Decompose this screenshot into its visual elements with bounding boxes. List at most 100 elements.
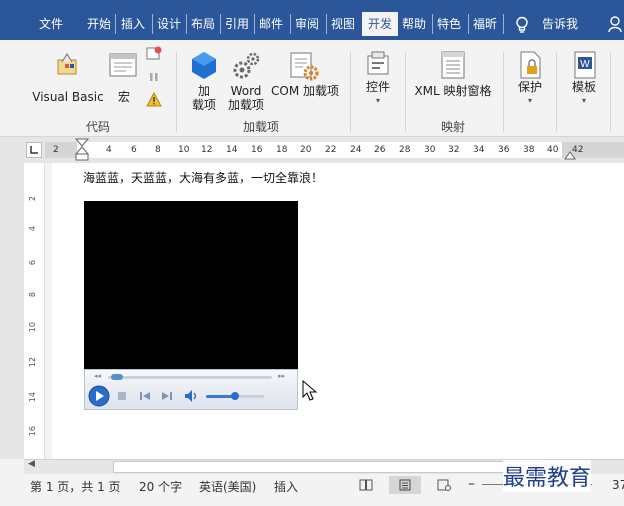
- status-word-count[interactable]: 20 个字: [139, 478, 182, 495]
- indent-marker-icon[interactable]: [75, 138, 89, 162]
- watermark-logo: 最需教育: [503, 460, 592, 492]
- read-mode-icon[interactable]: [359, 479, 373, 491]
- volume-thumb[interactable]: [231, 392, 239, 400]
- ruler-tick: 2: [53, 145, 59, 155]
- tab-file[interactable]: 文件: [37, 14, 65, 34]
- mouse-pointer-icon: [302, 380, 318, 401]
- tab-design[interactable]: 设计: [155, 14, 183, 34]
- previous-icon[interactable]: [139, 390, 151, 402]
- status-page-count[interactable]: 第 1 页，共 1 页: [30, 478, 121, 495]
- gear-icon: [233, 52, 260, 79]
- controls-button[interactable]: 控件 ▾: [358, 48, 398, 112]
- ruler-tick: 30: [424, 145, 436, 155]
- web-layout-icon[interactable]: [437, 479, 451, 491]
- fast-forward-icon[interactable]: ▸▸: [278, 372, 285, 380]
- tab-divider: [220, 14, 221, 34]
- ruler-tick: 28: [399, 145, 411, 155]
- tab-layout[interactable]: 布局: [189, 14, 217, 34]
- word-addins-button[interactable]: Word 加载项: [224, 48, 268, 112]
- tab-divider: [326, 14, 327, 34]
- tab-selector[interactable]: [26, 142, 42, 158]
- tab-developer[interactable]: 开发: [362, 12, 398, 36]
- word-addins-label-1: Word: [230, 84, 262, 98]
- ruler-tick: 20: [300, 145, 312, 155]
- record-macro-icon[interactable]: [145, 46, 163, 62]
- tell-me-search[interactable]: 告诉我: [540, 14, 580, 34]
- zoom-out-icon[interactable]: –: [468, 476, 475, 492]
- addins-label-1: 加: [197, 84, 210, 98]
- macro-security-icon[interactable]: [146, 92, 162, 108]
- tab-references[interactable]: 引用: [223, 14, 251, 34]
- group-divider: [610, 52, 611, 132]
- word-addins-label-2: 加载项: [227, 98, 264, 112]
- vruler-tick: 2: [28, 196, 37, 202]
- tab-foxit[interactable]: 福昕: [471, 14, 499, 34]
- tab-help[interactable]: 帮助: [400, 14, 428, 34]
- pause-recording-icon[interactable]: [147, 70, 161, 84]
- ruler-tick: 10: [178, 145, 190, 155]
- vertical-ruler[interactable]: [24, 163, 45, 459]
- ruler-tick: 42: [572, 145, 584, 155]
- com-addins-button[interactable]: COM 加载项: [268, 48, 342, 112]
- scroll-left-icon[interactable]: ◀: [28, 459, 35, 469]
- tab-mailings[interactable]: 邮件: [257, 14, 285, 34]
- share-person-icon[interactable]: [608, 15, 624, 33]
- addins-button[interactable]: 加 载项: [186, 48, 222, 112]
- controls-icon: [367, 51, 389, 75]
- horizontal-scroll-thumb[interactable]: [113, 461, 545, 473]
- zoom-level[interactable]: 37: [612, 478, 624, 492]
- macro-label: 宏: [117, 90, 130, 104]
- ruler-tick: 4: [106, 145, 112, 155]
- rewind-icon[interactable]: ◂◂: [94, 372, 101, 380]
- tab-review[interactable]: 审阅: [293, 14, 321, 34]
- ruler-left-margin: [45, 142, 77, 158]
- template-label: 模板: [571, 80, 596, 94]
- ruler-tick: 12: [201, 145, 213, 155]
- status-language[interactable]: 英语(美国): [199, 478, 256, 495]
- ruler-tick: 16: [251, 145, 263, 155]
- print-layout-button[interactable]: [389, 476, 421, 494]
- group-code-label: 代码: [86, 120, 111, 134]
- next-icon[interactable]: [161, 390, 173, 402]
- tab-features[interactable]: 特色: [435, 14, 463, 34]
- xml-mapping-pane-button[interactable]: XML 映射窗格: [410, 48, 496, 112]
- ruler-tick: 6: [131, 145, 137, 155]
- com-addins-icon: [290, 52, 319, 81]
- seek-bar[interactable]: [108, 376, 272, 379]
- group-divider: [556, 52, 557, 132]
- ruler-tick: 32: [448, 145, 460, 155]
- ruler-tick: 40: [547, 145, 559, 155]
- lightbulb-icon: [516, 16, 528, 33]
- volume-icon[interactable]: [184, 389, 200, 403]
- template-button[interactable]: W 模板 ▾: [564, 48, 604, 112]
- tab-divider: [503, 14, 504, 34]
- tab-insert[interactable]: 插入: [119, 14, 147, 34]
- protect-dropdown-chevron-icon: ▾: [527, 96, 532, 105]
- ruler-tick: 22: [325, 145, 337, 155]
- macro-button[interactable]: 宏: [106, 48, 142, 110]
- vruler-tick: 6: [28, 260, 37, 266]
- word-template-icon: W: [574, 51, 596, 79]
- seek-thumb[interactable]: [111, 374, 123, 380]
- group-addins-label: 加载项: [243, 120, 280, 134]
- tab-home[interactable]: 开始: [85, 14, 113, 34]
- tab-divider: [468, 14, 469, 34]
- stop-icon[interactable]: [117, 391, 127, 401]
- vruler-tick: 16: [28, 426, 37, 437]
- svg-text:W: W: [580, 59, 590, 70]
- protect-button[interactable]: 保护 ▾: [510, 48, 550, 112]
- group-mapping-label: 映射: [441, 120, 466, 134]
- print-layout-icon: [399, 479, 411, 491]
- com-addins-label: COM 加载项: [271, 84, 339, 98]
- group-divider: [176, 52, 177, 132]
- media-player-video[interactable]: [84, 201, 298, 369]
- visual-basic-button[interactable]: Visual Basic: [30, 48, 106, 110]
- play-button-icon[interactable]: [88, 385, 110, 407]
- document-paragraph[interactable]: 海蓝蓝，天蓝蓝，大海有多蓝，一切全靠浪！: [83, 169, 323, 186]
- ruler-tick: 14: [226, 145, 238, 155]
- status-insert-mode[interactable]: 插入: [274, 478, 298, 495]
- tab-view[interactable]: 视图: [329, 14, 357, 34]
- addins-icon: [192, 52, 216, 79]
- protect-document-icon: [520, 51, 541, 79]
- visual-basic-icon: [57, 53, 77, 75]
